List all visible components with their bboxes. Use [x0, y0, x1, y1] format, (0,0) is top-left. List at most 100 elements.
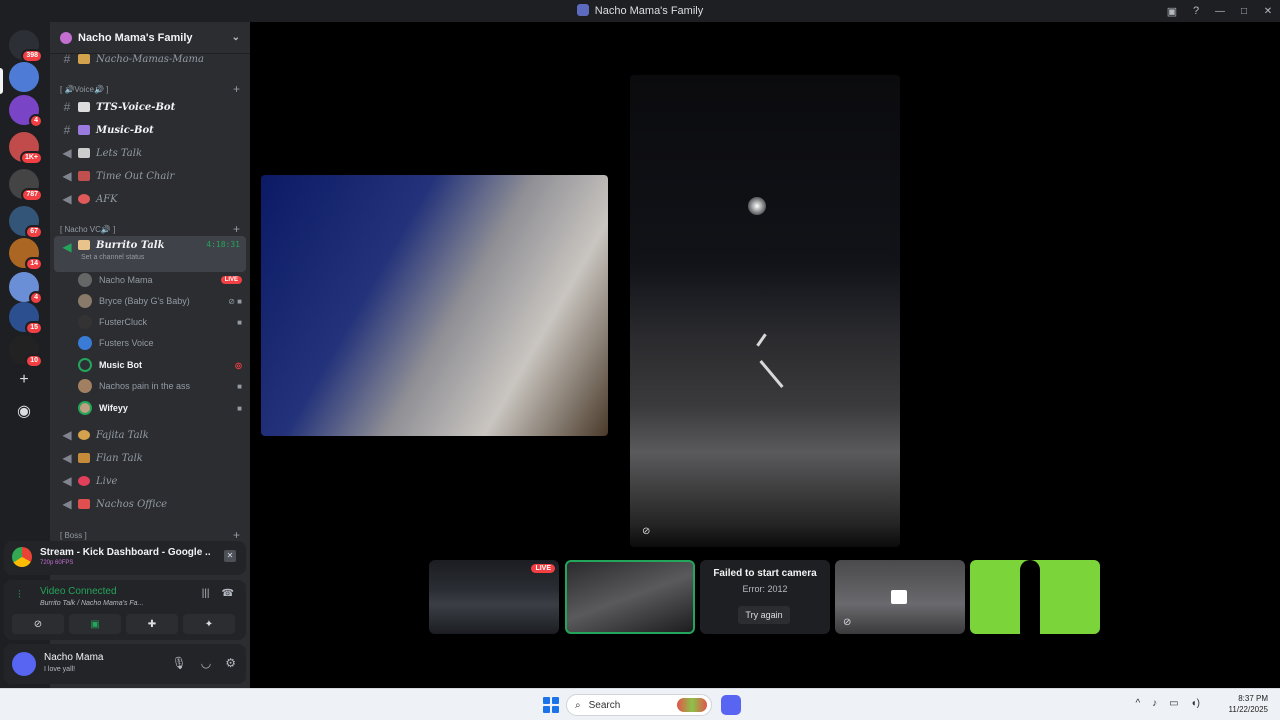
screen-share-button[interactable]: ▣	[69, 614, 121, 634]
search-input[interactable]: ⌕ Search	[566, 694, 712, 716]
video-tile-wifeyy[interactable]	[261, 175, 608, 436]
music-note-icon	[78, 125, 90, 135]
voice-user[interactable]: Bryce (Baby G's Baby) ⊘ ■	[78, 291, 242, 311]
voice-user[interactable]: FusterCluck ■	[78, 312, 242, 332]
channel-time-out-chair[interactable]: ◀ Time Out Chair	[54, 165, 246, 187]
soundboard-button[interactable]: ✦	[183, 614, 235, 634]
server-item[interactable]: 4	[9, 272, 43, 305]
stop-stream-button[interactable]: ✕	[224, 550, 236, 562]
stream-thumbnail[interactable]: LIVE	[429, 560, 559, 634]
channel-fajita-talk[interactable]: ◀ Fajita Talk	[54, 424, 246, 446]
server-item[interactable]: 15	[9, 302, 43, 335]
avatar	[78, 401, 92, 415]
gear-icon[interactable]: ⚙	[225, 656, 236, 670]
disconnect-icon[interactable]: ☎	[222, 588, 234, 599]
avatar	[78, 358, 92, 372]
guild-icon	[60, 31, 72, 44]
windows-start-icon[interactable]	[543, 697, 559, 713]
discover-icon[interactable]: ◉	[9, 396, 39, 426]
channel-afk[interactable]: ◀ AFK	[54, 188, 246, 210]
server-item[interactable]: 4	[9, 95, 43, 128]
pin-icon	[78, 499, 90, 509]
avatar	[78, 315, 92, 329]
chair-icon	[78, 171, 90, 181]
video-icon: ■	[237, 381, 242, 391]
channel-nachos-office[interactable]: ◀ Nachos Office	[54, 493, 246, 515]
taskbar: ⌕ Search ^ ♪ ▭ ◖) 8:37 PM 11/22/2025	[0, 688, 1280, 720]
search-icon: ⌕	[575, 699, 581, 711]
chrome-icon	[12, 547, 32, 567]
inbox-icon[interactable]: ▣	[1160, 0, 1184, 22]
voice-user[interactable]: Nacho Mama LIVE	[78, 270, 242, 290]
title-bar: Nacho Mama's Family ▣ ? — □ ✕	[0, 0, 1280, 22]
avatar	[78, 379, 92, 393]
server-icon	[576, 4, 589, 16]
speaker-icon: ◀	[62, 474, 72, 488]
channel-burrito-talk[interactable]: ◀ Burrito Talk 4:18:31 Set a channel statu…	[54, 236, 246, 272]
avatar	[78, 336, 92, 350]
muted-video-icon: ⊘ ■	[228, 296, 242, 306]
channel-tts-voice-bot[interactable]: # TTS-Voice-Bot	[54, 96, 246, 118]
speaker-icon: ◀	[62, 451, 72, 465]
selected-indicator	[0, 68, 3, 94]
help-icon[interactable]: ?	[1184, 0, 1208, 22]
add-server-icon[interactable]: +	[9, 365, 39, 395]
channel-live[interactable]: ◀ Live	[54, 470, 246, 492]
headphones-icon[interactable]: ◡	[201, 656, 211, 670]
voice-user[interactable]: Music Bot ◎	[78, 355, 242, 375]
voice-user[interactable]: Wifeyy ■	[78, 398, 242, 418]
flan-icon	[78, 453, 90, 463]
hash-icon: #	[63, 123, 71, 137]
volume-icon[interactable]: ◖)	[1191, 698, 1200, 709]
chevron-up-icon[interactable]: ^	[1135, 698, 1140, 709]
voice-user[interactable]: Nachos pain in the ass ■	[78, 376, 242, 396]
speaker-icon: ◀	[62, 497, 72, 511]
emoji-icon	[78, 54, 90, 64]
camera-thumbnail[interactable]	[565, 560, 695, 634]
speaker-icon: ◀	[62, 192, 72, 206]
activities-button[interactable]: ✚	[126, 614, 178, 634]
channel-status-hint[interactable]: Set a channel status	[81, 254, 144, 261]
display-icon[interactable]: ▭	[1169, 698, 1178, 709]
avatar[interactable]	[12, 652, 36, 676]
try-again-button[interactable]: Try again	[738, 606, 790, 624]
voice-user[interactable]: Fusters Voice	[78, 333, 242, 353]
camera-off-button[interactable]: ⊘	[12, 614, 64, 634]
server-item[interactable]: 14	[9, 238, 43, 271]
server-item[interactable]: 67	[9, 206, 43, 239]
home-button[interactable]: 398	[9, 30, 43, 63]
add-channel-icon[interactable]: +	[233, 82, 240, 96]
add-channel-icon[interactable]: +	[233, 528, 240, 542]
muted-icon: ⊘	[642, 526, 651, 537]
speaker-icon: ◀	[62, 146, 72, 160]
greenscreen-thumbnail[interactable]	[970, 560, 1100, 634]
server-item[interactable]: 1K+	[9, 132, 43, 165]
user-thumbnail[interactable]: ⊘	[835, 560, 965, 634]
microphone-icon[interactable]: ♪	[1152, 698, 1157, 709]
signal-icon: ⫶	[18, 589, 21, 601]
avatar	[78, 273, 92, 287]
add-channel-icon[interactable]: +	[233, 222, 240, 236]
channel-music-bot[interactable]: # Music-Bot	[54, 119, 246, 141]
discord-taskbar-icon[interactable]	[721, 695, 741, 715]
minimize-button[interactable]: —	[1208, 0, 1232, 22]
channel-flan-talk[interactable]: ◀ Flan Talk	[54, 447, 246, 469]
close-button[interactable]: ✕	[1256, 0, 1280, 22]
category-voice[interactable]: [ 🔊Voice🔊 ] +	[60, 82, 240, 96]
channel-lets-talk[interactable]: ◀ Lets Talk	[54, 142, 246, 164]
server-item[interactable]: 10	[9, 335, 43, 368]
noise-suppression-icon[interactable]: |||	[202, 588, 210, 599]
server-item[interactable]: 787	[9, 169, 43, 202]
video-tile-road[interactable]: ⊘	[630, 75, 900, 547]
user-panel: Nacho Mama I love yall! 🎙 ◡ ⚙	[4, 644, 246, 684]
microphone-icon[interactable]: 🎙	[172, 656, 187, 670]
server-nacho-mamas-family[interactable]	[9, 62, 39, 92]
voice-connection-panel: ⫶ Video Connected Burrito Talk / Nacho M…	[4, 580, 246, 640]
category-boss[interactable]: [ Boss ] +	[60, 528, 240, 542]
speech-bubble-icon	[78, 102, 90, 112]
clock[interactable]: 8:37 PM 11/22/2025	[1229, 693, 1268, 715]
category-nacho-vc[interactable]: [ Nacho VC🔊 ] +	[60, 222, 240, 236]
maximize-button[interactable]: □	[1232, 0, 1256, 22]
channel-nacho-mamas-mama[interactable]: # Nacho-Mamas-Mama	[54, 48, 246, 70]
no-entry-icon	[78, 194, 90, 204]
